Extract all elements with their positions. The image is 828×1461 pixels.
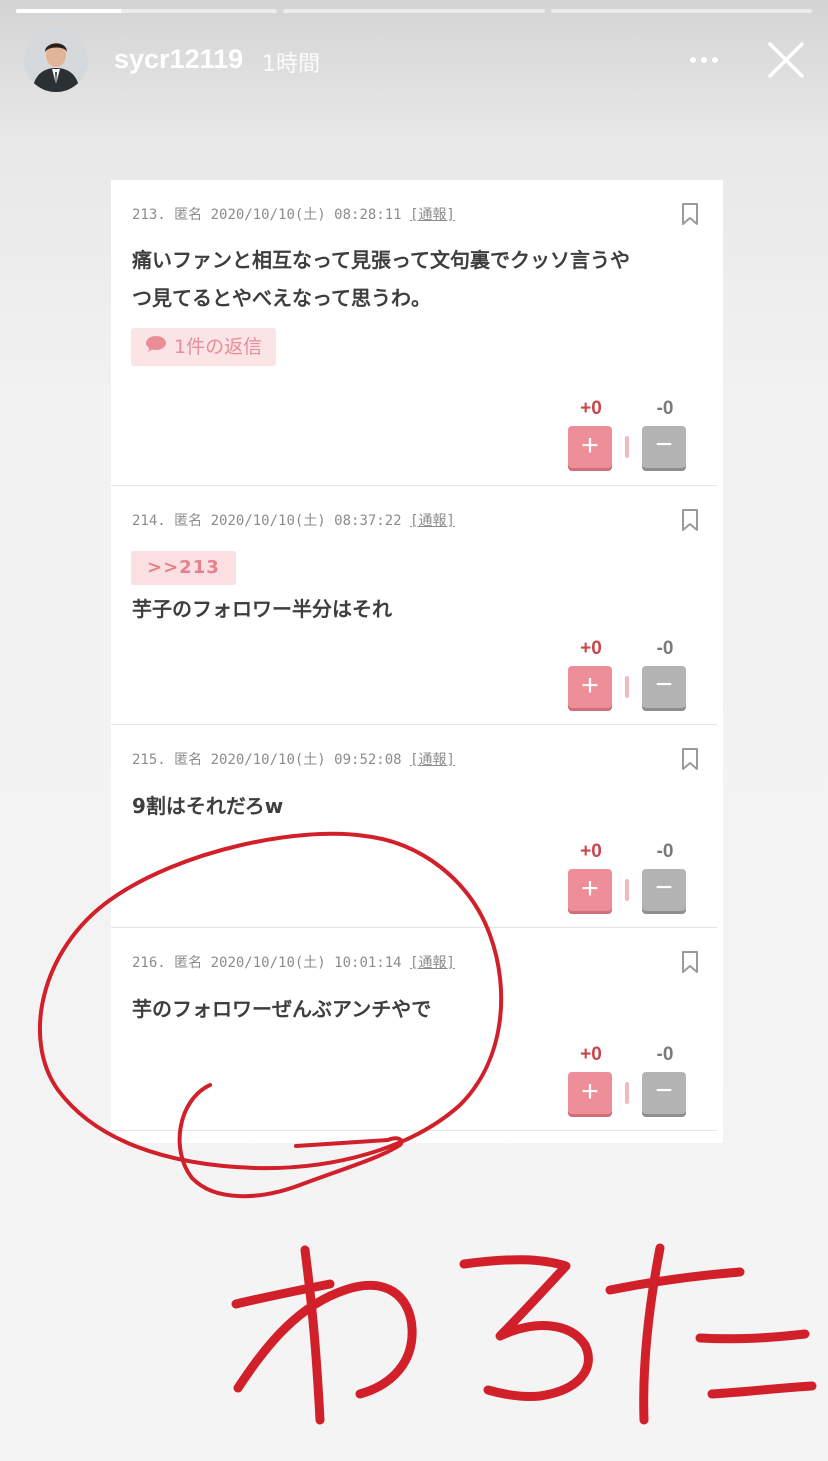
post-datetime: 2020/10/10(土) 08:28:11 [210, 207, 402, 223]
bookmark-icon[interactable] [681, 202, 699, 226]
username[interactable]: sycr12119 [114, 44, 243, 75]
comment-post: 214. 匿名 2020/10/10(土) 08:37:22 [通報] >>21… [111, 486, 717, 725]
plus-vote-button[interactable]: + [568, 426, 612, 468]
story-progress-segment-1 [16, 9, 278, 13]
plus-vote-count: +0 [580, 1044, 602, 1065]
post-body: 芋のフォロワーぜんぶアンチやで [132, 990, 698, 1028]
post-number: 216. [132, 955, 166, 971]
plus-vote-button[interactable]: + [568, 1072, 612, 1114]
close-icon[interactable] [764, 38, 808, 82]
post-meta: 213. 匿名 2020/10/10(土) 08:28:11 [通報] [132, 204, 455, 224]
post-body-line: 芋のフォロワーぜんぶアンチやで [132, 997, 432, 1021]
report-link[interactable]: [通報] [410, 207, 455, 223]
plus-vote-count: +0 [580, 398, 602, 419]
post-body-line: 9割はそれだろw [132, 794, 284, 818]
post-number: 215. [132, 752, 166, 768]
comment-post: 216. 匿名 2020/10/10(土) 10:01:14 [通報] 芋のフォ… [111, 928, 717, 1131]
minus-vote-button[interactable]: − [642, 869, 686, 911]
report-link[interactable]: [通報] [410, 752, 455, 768]
post-author: 匿名 [174, 752, 203, 768]
more-dots-icon[interactable] [684, 40, 724, 80]
minus-vote-count: -0 [656, 398, 674, 419]
post-body: 9割はそれだろw [132, 787, 698, 825]
post-body: 芋子のフォロワー半分はそれ [132, 590, 698, 628]
post-body-line: 芋子のフォロワー半分はそれ [132, 597, 392, 621]
post-author: 匿名 [174, 207, 203, 223]
post-number: 213. [132, 207, 166, 223]
report-link[interactable]: [通報] [410, 513, 455, 529]
reply-count-label: 1件の返信 [174, 336, 263, 358]
post-time: 1時間 [262, 52, 320, 77]
comment-bubble-icon [145, 328, 167, 366]
hand-glyph-ta [605, 1243, 817, 1425]
minus-vote-count: -0 [656, 638, 674, 659]
story-progress-segment-2 [283, 9, 545, 13]
comment-post: 215. 匿名 2020/10/10(土) 09:52:08 [通報] 9割はそ… [111, 725, 717, 928]
report-link[interactable]: [通報] [410, 955, 455, 971]
plus-vote-count: +0 [580, 638, 602, 659]
post-number: 214. [132, 513, 166, 529]
post-body-line: 痛いファンと相互なって見張って文句裏でクッソ言うや [132, 248, 630, 272]
comment-post: 213. 匿名 2020/10/10(土) 08:28:11 [通報] 痛いファ… [111, 180, 717, 486]
story-header: sycr12119 1時間 [24, 28, 808, 94]
avatar[interactable] [24, 28, 88, 92]
bookmark-icon[interactable] [681, 747, 699, 771]
minus-vote-count: -0 [656, 1044, 674, 1065]
minus-vote-button[interactable]: − [642, 1072, 686, 1114]
plus-vote-button[interactable]: + [568, 666, 612, 708]
post-body-line: つ見てるとやべえなって思うわ。 [132, 286, 431, 310]
minus-vote-button[interactable]: − [642, 426, 686, 468]
hand-glyph-wa [231, 1245, 417, 1425]
plus-vote-count: +0 [580, 841, 602, 862]
post-meta: 215. 匿名 2020/10/10(土) 09:52:08 [通報] [132, 749, 455, 769]
post-body: 痛いファンと相互なって見張って文句裏でクッソ言うや つ見てるとやべえなって思うわ… [132, 241, 698, 317]
hand-glyph-ro [459, 1255, 593, 1401]
post-datetime: 2020/10/10(土) 09:52:08 [210, 752, 402, 768]
story-progress-bar [16, 9, 812, 13]
vote-separator [625, 1082, 629, 1104]
post-meta: 214. 匿名 2020/10/10(土) 08:37:22 [通報] [132, 510, 455, 530]
vote-separator [625, 879, 629, 901]
minus-vote-count: -0 [656, 841, 674, 862]
post-datetime: 2020/10/10(土) 08:37:22 [210, 513, 402, 529]
vote-separator [625, 436, 629, 458]
vote-separator [625, 676, 629, 698]
story-progress-segment-3 [550, 9, 812, 13]
bookmark-icon[interactable] [681, 508, 699, 532]
bookmark-icon[interactable] [681, 950, 699, 974]
thread-card: 213. 匿名 2020/10/10(土) 08:28:11 [通報] 痛いファ… [111, 179, 723, 1143]
post-author: 匿名 [174, 513, 203, 529]
post-meta: 216. 匿名 2020/10/10(土) 10:01:14 [通報] [132, 952, 455, 972]
plus-vote-button[interactable]: + [568, 869, 612, 911]
minus-vote-button[interactable]: − [642, 666, 686, 708]
reply-count-button[interactable]: 1件の返信 [131, 328, 277, 366]
post-author: 匿名 [174, 955, 203, 971]
post-datetime: 2020/10/10(土) 10:01:14 [210, 955, 402, 971]
reply-anchor-link[interactable]: >>213 [131, 551, 236, 585]
